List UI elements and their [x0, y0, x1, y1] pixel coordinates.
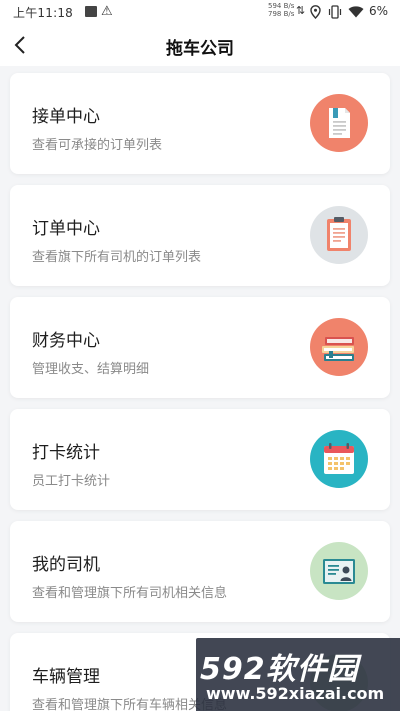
watermark: 592软件园 www.592xiazai.com — [196, 638, 400, 711]
clipboard-icon — [310, 206, 368, 264]
vibrate-icon — [328, 5, 342, 19]
network-speed-up: 594 B/s — [268, 2, 295, 10]
data-transfer-icon: ⇅ — [296, 4, 306, 17]
card-title: 车辆管理 — [32, 667, 100, 687]
card-title: 订单中心 — [32, 219, 100, 239]
image-notification-icon — [85, 6, 97, 17]
page-title: 拖车公司 — [166, 39, 234, 59]
document-icon — [310, 94, 368, 152]
status-time: 上午11:18 — [13, 6, 73, 20]
warning-icon: ⚠ — [101, 4, 113, 19]
menu-card-clock-in-stats[interactable]: 打卡统计 员工打卡统计 — [10, 409, 390, 510]
calendar-icon — [310, 430, 368, 488]
menu-card-finance-center[interactable]: 财务中心 管理收支、结算明细 — [10, 297, 390, 398]
card-subtitle: 查看旗下所有司机的订单列表 — [32, 250, 202, 265]
status-bar: 上午11:18 ⚠ 594 B/s 798 B/s ⇅ 6% — [0, 0, 400, 24]
network-speed: 594 B/s 798 B/s — [268, 2, 294, 18]
wifi-icon — [348, 6, 364, 18]
card-title: 财务中心 — [32, 331, 100, 351]
network-speed-down: 798 B/s — [268, 10, 295, 18]
menu-card-order-center[interactable]: 订单中心 查看旗下所有司机的订单列表 — [10, 185, 390, 286]
card-subtitle: 查看和管理旗下所有司机相关信息 — [32, 586, 228, 601]
menu-card-order-taking[interactable]: 接单中心 查看可承接的订单列表 — [10, 73, 390, 174]
books-icon — [310, 318, 368, 376]
location-icon — [310, 5, 321, 19]
card-subtitle: 管理收支、结算明细 — [32, 362, 150, 377]
card-title: 接单中心 — [32, 107, 100, 127]
id-card-icon — [310, 542, 368, 600]
watermark-url: www.592xiazai.com — [206, 684, 385, 703]
card-subtitle: 查看可承接的订单列表 — [32, 138, 163, 153]
card-title: 我的司机 — [32, 555, 100, 575]
card-subtitle: 员工打卡统计 — [32, 474, 111, 489]
title-bar: 拖车公司 — [0, 24, 400, 66]
watermark-logo: 592软件园 — [200, 652, 359, 687]
menu-card-my-drivers[interactable]: 我的司机 查看和管理旗下所有司机相关信息 — [10, 521, 390, 622]
battery-level: 6% — [369, 4, 389, 18]
card-title: 打卡统计 — [32, 443, 100, 463]
